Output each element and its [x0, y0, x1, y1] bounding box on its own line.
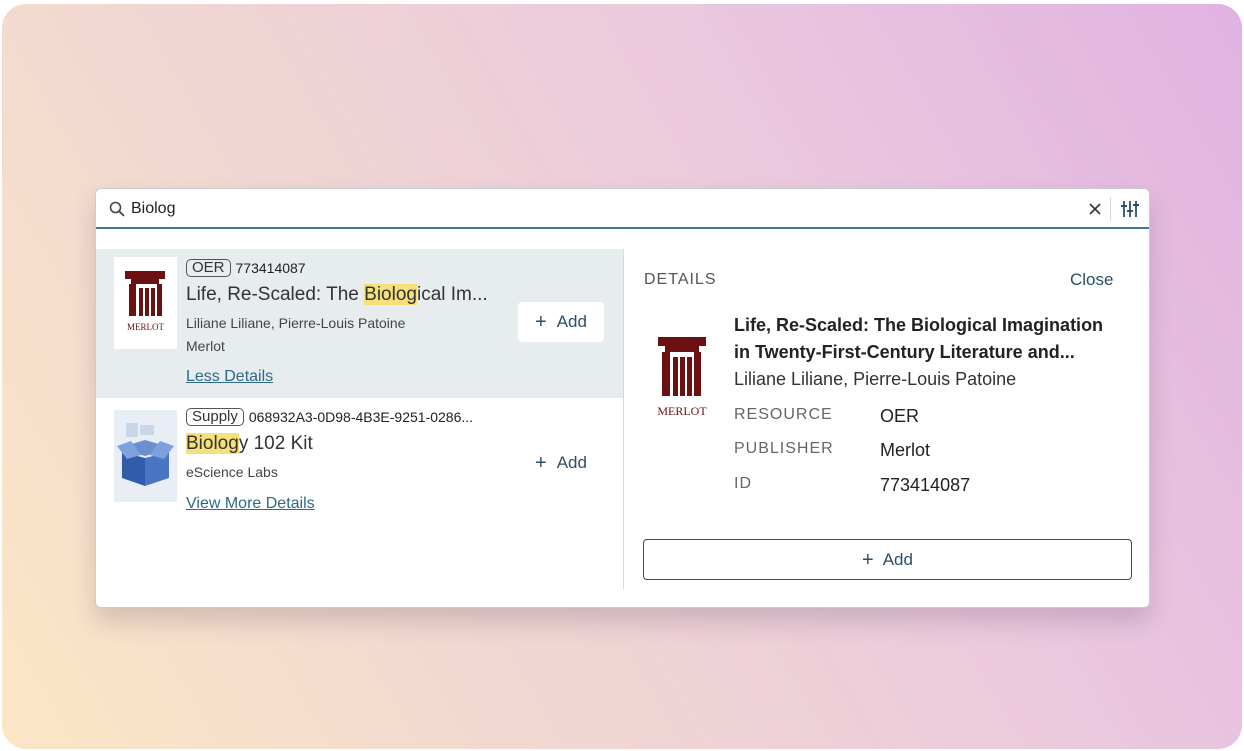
- field-label: RESOURCE: [734, 406, 833, 423]
- field-label: ID: [734, 475, 752, 492]
- result-item-oer[interactable]: MERLOT OER 773414087 Life, Re-Scaled: Th…: [96, 249, 623, 398]
- svg-text:MERLOT: MERLOT: [657, 404, 707, 418]
- add-label: Add: [556, 453, 587, 472]
- title-text: Life, Re-Scaled: The: [186, 284, 365, 305]
- plus-icon: +: [535, 311, 547, 333]
- search-input[interactable]: [131, 198, 1031, 220]
- result-meta: Supply 068932A3-0D98-4B3E-9251-0286...: [186, 408, 473, 426]
- close-details-button[interactable]: Close: [1070, 270, 1113, 290]
- result-publisher: eScience Labs: [186, 464, 278, 480]
- close-icon[interactable]: [1086, 200, 1104, 218]
- title-text-rest: ical Im...: [416, 284, 488, 305]
- details-field-publisher: PUBLISHER Merlot: [734, 440, 930, 461]
- result-item-supply[interactable]: Supply 068932A3-0D98-4B3E-9251-0286... B…: [96, 398, 623, 528]
- add-button[interactable]: + Add: [518, 443, 604, 483]
- type-badge: Supply: [186, 408, 244, 426]
- details-pane: DETAILS Close MERLOT Life, Re-Scaled: Th…: [624, 249, 1149, 607]
- plus-icon: +: [535, 452, 547, 474]
- title-match-highlight: Biolog: [186, 433, 239, 454]
- details-add-button[interactable]: + Add: [643, 539, 1132, 580]
- view-more-details-link[interactable]: View More Details: [186, 495, 315, 513]
- result-title: Biology 102 Kit: [186, 433, 313, 455]
- details-authors: Liliane Liliane, Pierre-Louis Patoine: [734, 369, 1017, 389]
- result-title: Life, Re-Scaled: The Biological Im...: [186, 284, 488, 306]
- toolbar-divider: [1110, 197, 1111, 221]
- search-panel: MERLOT OER 773414087 Life, Re-Scaled: Th…: [95, 188, 1150, 608]
- field-value: OER: [880, 406, 920, 426]
- type-badge: OER: [186, 259, 231, 277]
- field-value: Merlot: [880, 440, 931, 460]
- merlot-logo: MERLOT: [114, 257, 177, 349]
- result-publisher: Merlot: [186, 338, 225, 354]
- svg-text:MERLOT: MERLOT: [127, 322, 165, 332]
- merlot-logo: MERLOT: [657, 337, 707, 418]
- details-heading: DETAILS: [644, 271, 717, 288]
- search-bar: [96, 189, 1149, 229]
- details-field-resource: RESOURCE OER: [734, 406, 919, 427]
- details-field-id: ID 773414087: [734, 475, 970, 496]
- add-button[interactable]: + Add: [518, 302, 604, 342]
- details-title: Life, Re-Scaled: The Biological Imaginat…: [734, 312, 1134, 366]
- details-title-line: in Twenty-First-Century Literature and..…: [734, 342, 1075, 362]
- search-icon: [109, 201, 125, 217]
- add-label: Add: [556, 312, 587, 331]
- plus-icon: +: [862, 548, 874, 571]
- details-title-line: Life, Re-Scaled: The Biological Imaginat…: [734, 315, 1104, 335]
- box-icon: [114, 410, 177, 502]
- title-match-highlight: Biolog: [364, 284, 417, 305]
- title-text-rest: y 102 Kit: [238, 433, 313, 454]
- result-meta: OER 773414087: [186, 259, 306, 277]
- result-authors: Liliane Liliane, Pierre-Louis Patoine: [186, 315, 406, 331]
- results-list: MERLOT OER 773414087 Life, Re-Scaled: Th…: [96, 249, 623, 528]
- result-id: 068932A3-0D98-4B3E-9251-0286...: [248, 409, 474, 425]
- field-value: 773414087: [880, 475, 971, 495]
- less-details-link[interactable]: Less Details: [186, 368, 273, 386]
- sliders-icon[interactable]: [1120, 199, 1140, 219]
- field-label: PUBLISHER: [734, 440, 834, 457]
- result-id: 773414087: [235, 260, 306, 276]
- add-label: Add: [882, 549, 913, 569]
